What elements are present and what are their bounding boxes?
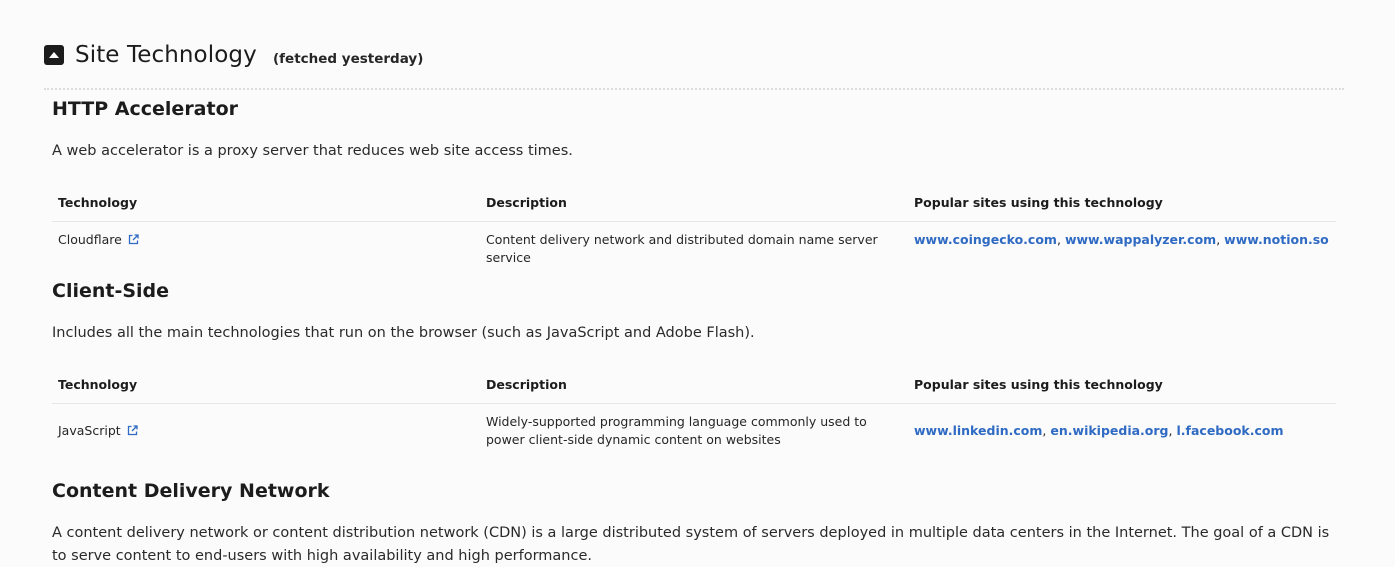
- section-description: Includes all the main technologies that …: [52, 325, 755, 341]
- section-title-cdn: Content Delivery Network: [52, 480, 330, 502]
- section-description: A content delivery network or content di…: [52, 525, 1330, 564]
- popular-sites-cell: www.coingecko.com, www.wappalyzer.com, www…: [914, 232, 1329, 247]
- site-link[interactable]: www.linkedin.com: [914, 423, 1042, 438]
- column-header-popular-sites: Popular sites using this technology: [914, 195, 1163, 210]
- technology-description: Content delivery network and distributed…: [486, 232, 878, 265]
- technology-table: Technology Description Popular sites usi…: [52, 368, 1336, 458]
- page-title: Site Technology: [75, 42, 257, 68]
- table-row: JavaScript Widely-supported programming …: [52, 404, 1336, 458]
- section-title-client-side: Client-Side: [52, 280, 170, 302]
- section-title-http-accelerator: HTTP Accelerator: [52, 98, 239, 120]
- site-link[interactable]: www.notion.so: [1224, 232, 1329, 247]
- column-header-description: Description: [486, 195, 567, 210]
- fetched-timestamp: (fetched yesterday): [273, 51, 424, 67]
- technology-name: JavaScript: [58, 423, 121, 438]
- column-header-technology: Technology: [58, 377, 138, 392]
- technology-cell: JavaScript: [58, 422, 138, 440]
- collapse-toggle-button[interactable]: [44, 45, 64, 65]
- table-row: Cloudflare Content delivery network and …: [52, 222, 1336, 265]
- site-link[interactable]: www.wappalyzer.com: [1065, 232, 1216, 247]
- popular-sites-cell: www.linkedin.com, en.wikipedia.org, l.face…: [914, 423, 1284, 438]
- column-header-popular-sites: Popular sites using this technology: [914, 377, 1163, 392]
- technology-description: Widely-supported programming language co…: [486, 414, 867, 447]
- technology-cell: Cloudflare: [58, 231, 139, 249]
- site-link[interactable]: en.wikipedia.org: [1050, 423, 1168, 438]
- technology-table: Technology Description Popular sites usi…: [52, 186, 1336, 265]
- column-header-technology: Technology: [58, 195, 138, 210]
- external-link-icon[interactable]: [128, 234, 139, 245]
- site-link[interactable]: www.coingecko.com: [914, 232, 1057, 247]
- external-link-icon[interactable]: [127, 425, 138, 436]
- technology-name: Cloudflare: [58, 232, 122, 247]
- site-link[interactable]: l.facebook.com: [1177, 423, 1284, 438]
- column-header-description: Description: [486, 377, 567, 392]
- table-header: Technology Description Popular sites usi…: [52, 368, 1336, 404]
- section-header: Site Technology (fetched yesterday): [44, 42, 1344, 90]
- caret-up-icon: [49, 52, 59, 58]
- section-description: A web accelerator is a proxy server that…: [52, 143, 573, 159]
- table-header: Technology Description Popular sites usi…: [52, 186, 1336, 222]
